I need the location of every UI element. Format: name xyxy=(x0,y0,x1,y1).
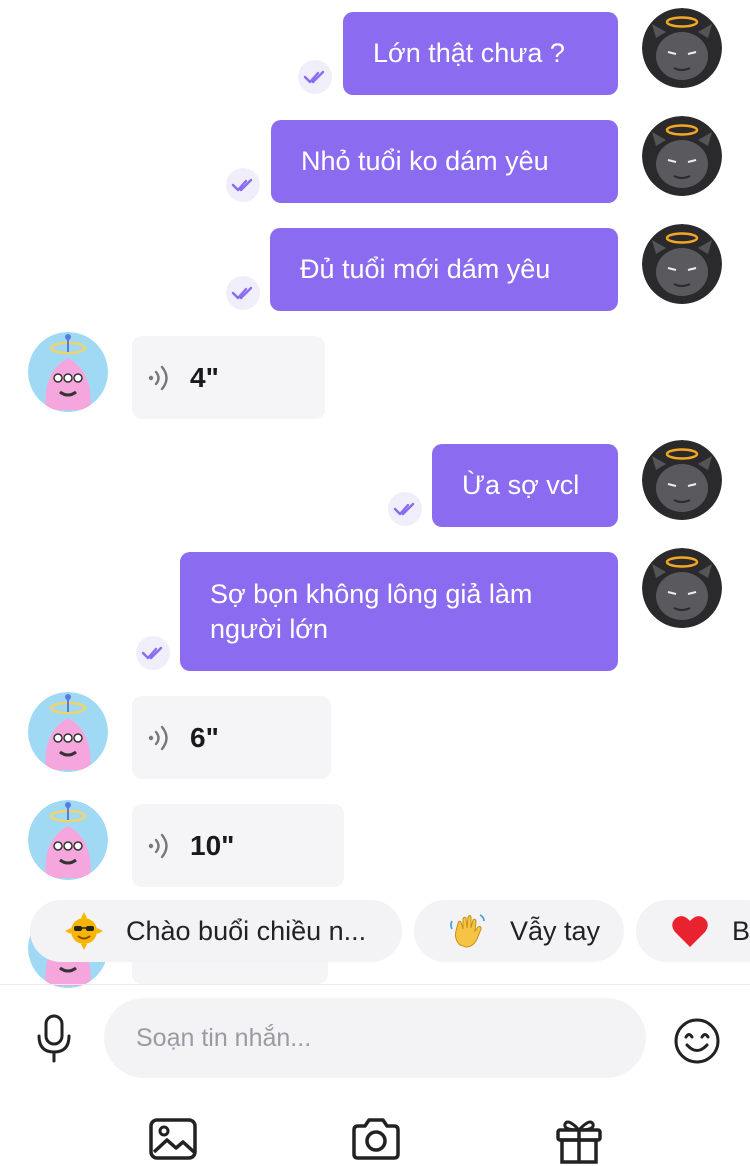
voice-play-icon xyxy=(146,723,176,753)
quick-reply-chip[interactable]: Bo xyxy=(636,900,750,962)
message-bubble-outgoing[interactable]: Ừa sợ vcl xyxy=(432,444,618,527)
quick-reply-label: Chào buổi chiều n... xyxy=(126,915,367,946)
seen-indicator-icon xyxy=(226,276,260,310)
voice-duration: 6" xyxy=(190,721,219,753)
sun-sunglasses-emoji-icon xyxy=(65,912,103,950)
seen-indicator-icon xyxy=(226,168,260,202)
contact-avatar[interactable] xyxy=(28,800,108,880)
seen-indicator-icon xyxy=(388,492,422,526)
message-input-container[interactable] xyxy=(104,998,646,1078)
my-avatar[interactable] xyxy=(642,8,722,88)
contact-avatar[interactable] xyxy=(28,692,108,772)
voice-play-icon xyxy=(146,831,176,861)
voice-duration: 10" xyxy=(190,829,235,861)
contact-avatar[interactable] xyxy=(28,332,108,412)
message-input[interactable] xyxy=(134,1022,646,1054)
voice-message-bubble[interactable]: 6" xyxy=(132,696,331,779)
voice-message-bubble[interactable]: 4" xyxy=(132,336,325,419)
microphone-icon[interactable] xyxy=(34,1014,74,1064)
my-avatar[interactable] xyxy=(642,440,722,520)
quick-reply-chip[interactable]: Chào buổi chiều n... xyxy=(30,900,402,962)
message-bubble-outgoing[interactable]: Lớn thật chưa ? xyxy=(343,12,618,95)
gift-icon[interactable] xyxy=(554,1114,604,1164)
quick-reply-label: Bo xyxy=(732,915,750,946)
red-heart-emoji-icon xyxy=(672,916,708,947)
camera-icon[interactable] xyxy=(350,1116,402,1162)
my-avatar[interactable] xyxy=(642,224,722,304)
quick-reply-label: Vẫy tay xyxy=(510,915,601,946)
divider xyxy=(0,984,750,985)
message-bubble-outgoing[interactable]: Nhỏ tuổi ko dám yêu xyxy=(271,120,618,203)
my-avatar[interactable] xyxy=(642,116,722,196)
quick-reply-chip[interactable]: Vẫy tay xyxy=(414,900,624,962)
seen-indicator-icon xyxy=(298,60,332,94)
voice-play-icon xyxy=(146,363,176,393)
voice-duration: 4" xyxy=(190,361,219,393)
waving-hand-emoji-icon xyxy=(450,914,485,948)
image-icon[interactable] xyxy=(148,1116,198,1162)
smiley-icon[interactable] xyxy=(672,1016,722,1066)
seen-indicator-icon xyxy=(136,636,170,670)
message-bubble-outgoing[interactable]: Sợ bọn không lông giả làm người lớn xyxy=(180,552,618,671)
message-bubble-outgoing[interactable]: Đủ tuổi mới dám yêu xyxy=(270,228,618,311)
voice-message-bubble[interactable]: 10" xyxy=(132,804,344,887)
my-avatar[interactable] xyxy=(642,548,722,628)
